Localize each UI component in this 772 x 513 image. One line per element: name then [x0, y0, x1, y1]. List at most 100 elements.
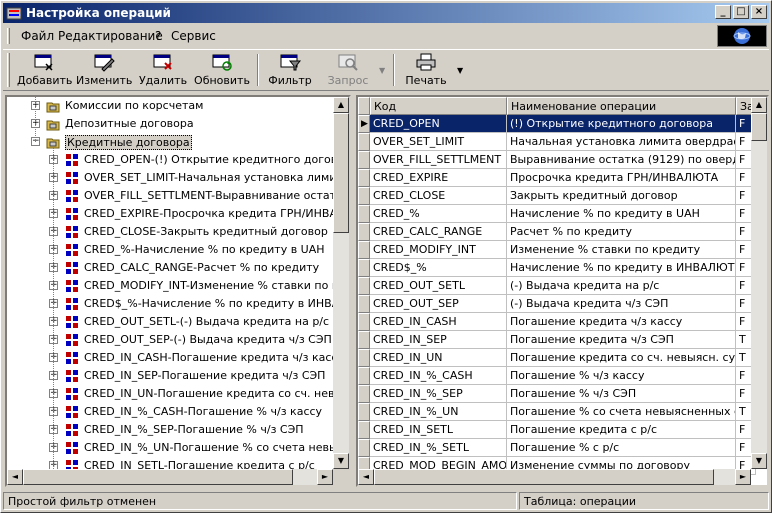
cell-code[interactable]: CRED_OUT_SEP	[370, 295, 507, 313]
menu-service[interactable]: Сервис	[171, 29, 216, 43]
table-row[interactable]: CRED_IN_CASH Погашение кредита ч/з кассу F	[358, 313, 756, 331]
scroll-left-arrow[interactable]: ◄	[358, 469, 374, 485]
tree-horizontal-scrollbar[interactable]: ◄ ►	[7, 469, 333, 485]
maximize-button[interactable]: □	[733, 5, 749, 19]
edit-button[interactable]: Изменить	[76, 52, 132, 88]
cell-code[interactable]: CRED_CLOSE	[370, 187, 507, 205]
cell-name[interactable]: (!) Открытие кредитного договора	[507, 115, 736, 133]
tree-vertical-scrollbar[interactable]: ▲ ▼	[333, 97, 349, 469]
cell-code[interactable]: CRED_IN_UN	[370, 349, 507, 367]
table-row[interactable]: OVER_SET_LIMIT Начальная установка лимита…	[358, 133, 756, 151]
cell-name[interactable]: Просрочка кредита ГРН/ИНВАЛЮТА	[507, 169, 736, 187]
delete-button[interactable]: Удалить	[137, 52, 189, 88]
toolbar-grip[interactable]	[7, 53, 10, 87]
scroll-right-arrow[interactable]: ►	[317, 469, 333, 485]
query-button[interactable]: Запрос	[323, 52, 373, 88]
cell-name[interactable]: Закрыть кредитный договор	[507, 187, 736, 205]
refresh-button[interactable]: Обновить	[194, 52, 250, 88]
row-indicator[interactable]	[358, 205, 370, 223]
cell-code[interactable]: OVER_SET_LIMIT	[370, 133, 507, 151]
operations-tree[interactable]: + Комиссии по корсчетам + Депозитные догово…	[5, 95, 351, 487]
cell-name[interactable]: Погашение кредита ч/з СЭП	[507, 331, 736, 349]
table-row[interactable]: CRED$_% Начисление % по кредиту в ИНВАЛЮТ…	[358, 259, 756, 277]
row-indicator[interactable]	[358, 385, 370, 403]
print-dropdown-arrow[interactable]: ▼	[457, 66, 463, 75]
row-indicator[interactable]	[358, 277, 370, 295]
cell-code[interactable]: CRED_OPEN	[370, 115, 507, 133]
operations-grid[interactable]: Код Наименование операции За ▶ CRED_OPEN(…	[356, 95, 769, 487]
cell-code[interactable]: CRED_MODIFY_INT	[370, 241, 507, 259]
scroll-left-arrow[interactable]: ◄	[7, 469, 23, 485]
minimize-button[interactable]: _	[715, 5, 731, 19]
cell-code[interactable]: CRED_EXPIRE	[370, 169, 507, 187]
row-indicator[interactable]	[358, 259, 370, 277]
cell-name[interactable]: Погашение % со счета невыясненных сум	[507, 403, 736, 421]
cell-name[interactable]: Начисление % по кредиту в UAH	[507, 205, 736, 223]
row-indicator[interactable]	[358, 439, 370, 457]
grid-horizontal-scrollbar[interactable]: ◄ ►	[358, 469, 751, 485]
table-row[interactable]: CRED_MODIFY_INT Изменение % ставки по кре…	[358, 241, 756, 259]
table-row[interactable]: CRED_IN_UN Погашение кредита со сч. невыя…	[358, 349, 756, 367]
cell-name[interactable]: Начисление % по кредиту в ИНВАЛЮТЕ	[507, 259, 736, 277]
table-row[interactable]: ▶ CRED_OPEN (!) Открытие кредитного догово…	[358, 115, 756, 133]
cell-code[interactable]: CRED_IN_%_UN	[370, 403, 507, 421]
cell-name[interactable]: Выравнивание остатка (9129) по овердрафт	[507, 151, 736, 169]
cell-name[interactable]: Погашение кредита со сч. невыясн. сум	[507, 349, 736, 367]
cell-name[interactable]: Погашение % с р/с	[507, 439, 736, 457]
cell-name[interactable]: Погашение % ч/з кассу	[507, 367, 736, 385]
grid-vertical-scrollbar[interactable]: ▲ ▼	[751, 97, 767, 469]
table-row[interactable]: CRED_OUT_SEP (-) Выдача кредита ч/з СЭП F	[358, 295, 756, 313]
cell-name[interactable]: Изменение % ставки по кредиту	[507, 241, 736, 259]
cell-name[interactable]: Расчет % по кредиту	[507, 223, 736, 241]
filter-button[interactable]: Фильтр	[265, 52, 315, 88]
row-indicator[interactable]	[358, 295, 370, 313]
cell-name[interactable]: Погашение кредита ч/з кассу	[507, 313, 736, 331]
cell-code[interactable]: CRED_IN_SETL	[370, 421, 507, 439]
table-row[interactable]: CRED_IN_%_CASH Погашение % ч/з кассу F	[358, 367, 756, 385]
table-row[interactable]: CRED_IN_SEP Погашение кредита ч/з СЭП T	[358, 331, 756, 349]
menu-file[interactable]: Файл	[21, 29, 54, 43]
table-row[interactable]: CRED_IN_%_UN Погашение % со счета невыясн…	[358, 403, 756, 421]
row-indicator[interactable]	[358, 223, 370, 241]
table-row[interactable]: CRED_% Начисление % по кредиту в UAH F	[358, 205, 756, 223]
table-row[interactable]: CRED_IN_SETL Погашение кредита с р/с F	[358, 421, 756, 439]
row-indicator[interactable]	[358, 367, 370, 385]
cell-name[interactable]: Погашение кредита с р/с	[507, 421, 736, 439]
cell-code[interactable]: CRED_IN_CASH	[370, 313, 507, 331]
menu-edit[interactable]: Редактирование	[58, 29, 163, 43]
cell-name[interactable]: Погашение % ч/з СЭП	[507, 385, 736, 403]
scroll-right-arrow[interactable]: ►	[735, 469, 751, 485]
cell-code[interactable]: CRED_%	[370, 205, 507, 223]
title-bar[interactable]: Настройка операций _ □ ×	[3, 3, 769, 23]
scroll-thumb[interactable]	[333, 113, 349, 233]
cell-code[interactable]: CRED_IN_%_SETL	[370, 439, 507, 457]
row-indicator[interactable]	[358, 187, 370, 205]
cell-code[interactable]: CRED_IN_%_CASH	[370, 367, 507, 385]
scroll-thumb[interactable]	[374, 469, 714, 485]
row-indicator[interactable]	[358, 151, 370, 169]
query-dropdown-arrow[interactable]: ▼	[379, 66, 385, 75]
scroll-up-arrow[interactable]: ▲	[751, 97, 767, 113]
table-row[interactable]: CRED_OUT_SETL (-) Выдача кредита на р/с F	[358, 277, 756, 295]
cell-code[interactable]: CRED_IN_%_SEP	[370, 385, 507, 403]
row-indicator[interactable]: ▶	[358, 115, 370, 133]
row-indicator[interactable]	[358, 331, 370, 349]
cell-code[interactable]: CRED$_%	[370, 259, 507, 277]
scroll-down-arrow[interactable]: ▼	[751, 453, 767, 469]
print-button[interactable]: Печать	[401, 52, 451, 88]
row-indicator[interactable]	[358, 133, 370, 151]
close-button[interactable]: ×	[751, 5, 767, 19]
table-row[interactable]: CRED_CALC_RANGE Расчет % по кредиту F	[358, 223, 756, 241]
scroll-thumb[interactable]	[23, 469, 293, 485]
scroll-down-arrow[interactable]: ▼	[333, 453, 349, 469]
cell-name[interactable]: (-) Выдача кредита на р/с	[507, 277, 736, 295]
menu-grip[interactable]	[7, 28, 10, 44]
table-row[interactable]: OVER_FILL_SETTLMENT Выравнивание остатка …	[358, 151, 756, 169]
table-row[interactable]: CRED_EXPIRE Просрочка кредита ГРН/ИНВАЛЮТ…	[358, 169, 756, 187]
table-row[interactable]: CRED_IN_%_SETL Погашение % с р/с F	[358, 439, 756, 457]
row-indicator[interactable]	[358, 403, 370, 421]
cell-code[interactable]: OVER_FILL_SETTLMENT	[370, 151, 507, 169]
scroll-thumb[interactable]	[751, 113, 767, 141]
column-header-code[interactable]: Код	[370, 97, 507, 115]
column-header-name[interactable]: Наименование операции	[507, 97, 736, 115]
